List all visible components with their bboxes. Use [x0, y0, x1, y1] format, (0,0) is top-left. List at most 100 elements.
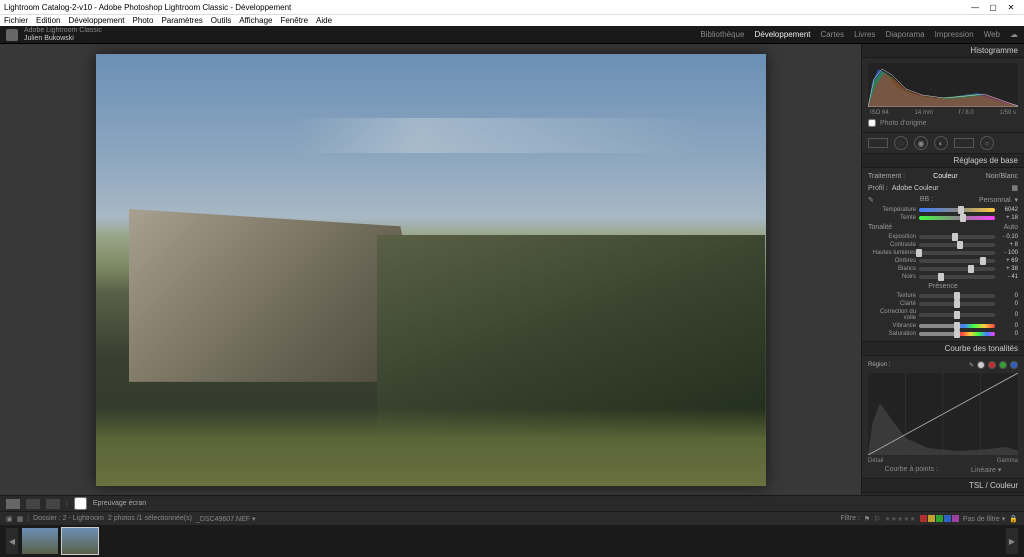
- identity-text: Adobe Lightroom Classic Julien Bukowski: [24, 27, 102, 43]
- maximize-button[interactable]: ▢: [984, 3, 1002, 12]
- filter-lock-icon[interactable]: 🔒: [1009, 515, 1018, 523]
- wb-preset-select[interactable]: Personnal. ▾: [979, 196, 1018, 204]
- compare-button[interactable]: [46, 499, 60, 509]
- curve-rgb[interactable]: [977, 361, 985, 369]
- gradient-tool[interactable]: [954, 138, 974, 148]
- softproof-checkbox[interactable]: [74, 497, 87, 510]
- grid-icon[interactable]: ▦: [17, 515, 24, 523]
- module-library[interactable]: Bibliothèque: [700, 30, 744, 39]
- photo-preview[interactable]: [96, 54, 766, 486]
- treatment-bw[interactable]: Noir/Blanc: [986, 173, 1018, 180]
- histogram-header[interactable]: Histogramme: [862, 44, 1024, 58]
- histogram-exif: ISO 64 14 mm f / 8.0 1/50 s: [868, 109, 1018, 117]
- star-filter[interactable]: ★★★★★: [884, 515, 915, 523]
- temp-slider[interactable]: [919, 208, 995, 212]
- original-photo-row: Photo d'origine: [868, 117, 1018, 129]
- filmstrip-next[interactable]: ▶: [1006, 528, 1018, 554]
- highlights-slider[interactable]: [919, 251, 995, 255]
- menu-photo[interactable]: Photo: [133, 16, 154, 25]
- exposure-slider[interactable]: [919, 235, 995, 239]
- whites-slider[interactable]: [919, 267, 995, 271]
- menu-view[interactable]: Affichage: [239, 16, 272, 25]
- filmstrip-thumb-1[interactable]: [22, 528, 58, 554]
- label-blue[interactable]: [944, 515, 951, 522]
- curve-point-icon[interactable]: ✎: [969, 362, 974, 369]
- eyedropper-icon[interactable]: ✎: [868, 196, 874, 204]
- clarity-slider[interactable]: [919, 302, 995, 306]
- saturation-slider[interactable]: [919, 332, 995, 336]
- label-yellow[interactable]: [928, 515, 935, 522]
- menu-file[interactable]: Fichier: [4, 16, 28, 25]
- breadcrumb-file[interactable]: _DSC49607.NEF ▾: [196, 515, 256, 523]
- identity-plate: Adobe Lightroom Classic Julien Bukowski …: [0, 26, 1024, 44]
- masking-tool[interactable]: ◐: [934, 136, 948, 150]
- module-picker: Bibliothèque Développement Cartes Livres…: [700, 30, 1000, 39]
- spot-tool[interactable]: ◌: [894, 136, 908, 150]
- tonecurve-section: Région : ✎ DétailGamma Courbe à points :…: [862, 356, 1024, 479]
- tint-slider[interactable]: [919, 216, 995, 220]
- blacks-slider[interactable]: [919, 275, 995, 279]
- pointcurve-select[interactable]: Linéaire ▾: [971, 466, 1001, 474]
- basic-section: Traitement : Couleur Noir/Blanc Profil :…: [862, 168, 1024, 342]
- window-titlebar: Lightroom Catalog-2-v10 - Adobe Photosho…: [0, 0, 1024, 14]
- main-area: Histogramme ISO 64 14 mm f / 8.0 1/50 s …: [0, 44, 1024, 495]
- label-purple[interactable]: [952, 515, 959, 522]
- module-map[interactable]: Cartes: [821, 30, 845, 39]
- treatment-color[interactable]: Couleur: [933, 173, 958, 180]
- module-web[interactable]: Web: [984, 30, 1000, 39]
- canvas-area: [0, 44, 861, 495]
- profile-browser-icon[interactable]: ▦: [1011, 184, 1018, 192]
- menu-edit[interactable]: Edition: [36, 16, 60, 25]
- filter-preset-select[interactable]: Pas de filtre ▾: [963, 515, 1005, 523]
- menu-help[interactable]: Aide: [316, 16, 332, 25]
- module-slideshow[interactable]: Diaporama: [885, 30, 924, 39]
- curve-red[interactable]: [988, 361, 996, 369]
- basic-header[interactable]: Réglages de base: [862, 154, 1024, 168]
- profile-select[interactable]: Adobe Couleur: [888, 185, 1012, 192]
- lr-logo-icon: [6, 29, 18, 41]
- texture-slider[interactable]: [919, 294, 995, 298]
- module-book[interactable]: Livres: [854, 30, 875, 39]
- develop-panel: Histogramme ISO 64 14 mm f / 8.0 1/50 s …: [861, 44, 1024, 495]
- radial-tool[interactable]: ○: [980, 136, 994, 150]
- local-tools-strip: ◌ ◉ ◐ ○: [862, 133, 1024, 154]
- menu-settings[interactable]: Paramètres: [161, 16, 202, 25]
- color-header[interactable]: TSL / Couleur: [862, 479, 1024, 493]
- flag-pick-icon[interactable]: ⚑: [864, 515, 870, 523]
- color-label-filter: [920, 515, 959, 522]
- filmstrip-prev[interactable]: ◀: [6, 528, 18, 554]
- tonecurve-header[interactable]: Courbe des tonalités: [862, 342, 1024, 356]
- filmstrip-thumb-2[interactable]: [62, 528, 98, 554]
- histogram-chart[interactable]: [868, 63, 1018, 107]
- loupe-view-button[interactable]: [6, 499, 20, 509]
- filmstrip-header: ▣ ▦ | Dossier : 2 - Lightroom 2 photos /…: [0, 511, 1024, 525]
- module-print[interactable]: Impression: [935, 30, 974, 39]
- original-checkbox[interactable]: [868, 119, 876, 127]
- breadcrumb-count: 2 photos /1 sélectionnée(s): [108, 515, 192, 522]
- curve-blue[interactable]: [1010, 361, 1018, 369]
- flag-reject-icon[interactable]: ⚐: [874, 515, 880, 523]
- vibrance-slider[interactable]: [919, 324, 995, 328]
- contrast-slider[interactable]: [919, 243, 995, 247]
- module-develop[interactable]: Développement: [754, 30, 810, 39]
- color-section: Teinte Saturation Luminance Tout Précéde…: [862, 493, 1024, 495]
- minimize-button[interactable]: —: [966, 3, 984, 12]
- label-green[interactable]: [936, 515, 943, 522]
- close-button[interactable]: ✕: [1002, 3, 1020, 12]
- menu-develop[interactable]: Développement: [68, 16, 124, 25]
- dehaze-slider[interactable]: [919, 313, 995, 317]
- crop-tool[interactable]: [868, 138, 888, 148]
- auto-tone-button[interactable]: Auto: [1004, 224, 1018, 231]
- breadcrumb-folder[interactable]: Dossier : 2 - Lightroom: [33, 515, 104, 522]
- redeye-tool[interactable]: ◉: [914, 136, 928, 150]
- tonecurve-chart[interactable]: [868, 373, 1018, 455]
- second-monitor-icon[interactable]: ▣: [6, 515, 13, 523]
- curve-green[interactable]: [999, 361, 1007, 369]
- shadows-slider[interactable]: [919, 259, 995, 263]
- label-red[interactable]: [920, 515, 927, 522]
- filmstrip: ◀ ▶: [0, 525, 1024, 557]
- cloud-sync-icon[interactable]: ☁: [1010, 30, 1018, 39]
- menu-tools[interactable]: Outils: [211, 16, 231, 25]
- before-after-button[interactable]: [26, 499, 40, 509]
- menu-window[interactable]: Fenêtre: [280, 16, 308, 25]
